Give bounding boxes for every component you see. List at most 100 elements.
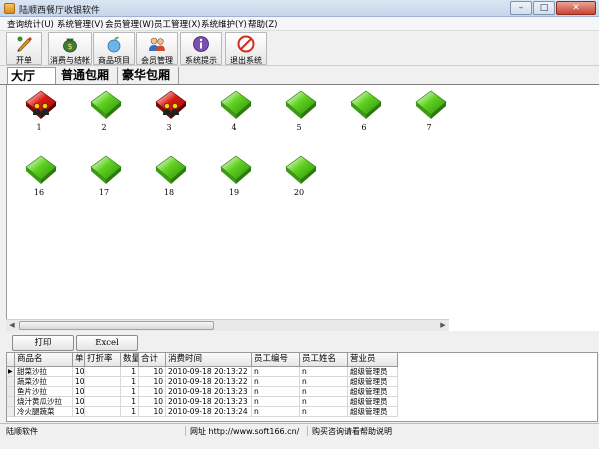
status-company: 陆顺软件: [4, 426, 186, 436]
order-row[interactable]: 烧汁黄瓜沙拉 10 1 10 2010-09-18 20:13:23 n n 超级管理员: [7, 397, 597, 407]
table-grid: 1 2 3 4 5 6 7 16 17 18 19 20: [6, 85, 449, 319]
order-row[interactable]: 鱼片沙拉 10 1 10 2010-09-18 20:13:23 n n 超级管理员: [7, 387, 597, 397]
table-18[interactable]: 18: [143, 150, 195, 208]
table-16[interactable]: 16: [13, 150, 65, 208]
menu-member-admin[interactable]: 会员管理(W): [105, 18, 154, 30]
excel-button[interactable]: Excel: [76, 335, 138, 351]
money-bag-icon: $: [63, 38, 77, 53]
table-grid-scrollbar[interactable]: ◀ ▶: [6, 319, 449, 331]
order-column-header[interactable]: 员工编号: [252, 353, 300, 367]
order-cell: n: [300, 387, 348, 397]
order-column-header[interactable]: 消费时间: [166, 353, 252, 367]
tab-hall[interactable]: 大厅: [7, 67, 56, 84]
menu-help[interactable]: 帮助(Z): [248, 18, 277, 30]
scroll-left-icon[interactable]: ◀: [6, 320, 18, 331]
system-tips-label: 系统提示: [185, 56, 217, 65]
order-cell: 10: [139, 387, 166, 397]
table-number: 4: [231, 123, 237, 132]
minimize-button[interactable]: –: [510, 1, 532, 15]
row-indicator: [7, 397, 15, 407]
info-icon: [193, 36, 209, 52]
table-number: 20: [293, 188, 305, 197]
title-bar: 陆顺西餐厅收银软件 – □ ✕: [0, 0, 599, 17]
order-cell: 超级管理员: [348, 397, 398, 407]
scroll-thumb[interactable]: [19, 321, 214, 330]
free-table-icon: [90, 90, 122, 119]
table-2[interactable]: 2: [78, 85, 130, 143]
order-cell: 10: [139, 397, 166, 407]
order-column-header[interactable]: 合计: [139, 353, 166, 367]
free-table-icon: [220, 155, 252, 184]
menu-staff-admin[interactable]: 员工管理(X): [154, 18, 200, 30]
table-number: 16: [33, 188, 45, 197]
row-indicator: [7, 377, 15, 387]
menu-system-admin[interactable]: 系统管理(V): [57, 18, 103, 30]
window-title: 陆顺西餐厅收银软件: [19, 6, 101, 16]
system-tips-button[interactable]: 系统提示: [180, 32, 222, 65]
members-icon: [149, 37, 165, 51]
table-17[interactable]: 17: [78, 150, 130, 208]
table-19[interactable]: 19: [208, 150, 260, 208]
order-cell: 超级管理员: [348, 387, 398, 397]
table-3[interactable]: 3: [143, 85, 195, 143]
order-header-corner: [7, 353, 15, 367]
order-cell: 2010-09-18 20:13:24: [166, 407, 252, 417]
exit-label: 退出系统: [230, 56, 262, 65]
members-button[interactable]: 会员管理: [136, 32, 178, 65]
print-button[interactable]: 打印: [12, 335, 74, 351]
order-cell: 2010-09-18 20:13:22: [166, 367, 252, 377]
order-column-header[interactable]: 商品名: [15, 353, 73, 367]
table-5[interactable]: 5: [273, 85, 325, 143]
status-help: 购买咨询请看帮助说明: [312, 427, 392, 436]
svg-text:$: $: [67, 42, 72, 51]
order-cell: [85, 397, 121, 407]
order-cell: 超级管理员: [348, 377, 398, 387]
table-7[interactable]: 7: [403, 85, 449, 143]
order-cell: 超级管理员: [348, 407, 398, 417]
table-1[interactable]: 1: [13, 85, 65, 143]
products-button[interactable]: 商品项目: [93, 32, 135, 65]
menu-query-stats[interactable]: 查询统计(U): [7, 18, 54, 30]
fruit-icon: [107, 36, 121, 53]
order-column-header[interactable]: 员工姓名: [300, 353, 348, 367]
tab-standard-room[interactable]: 普通包厢: [58, 67, 118, 84]
row-indicator: [7, 387, 15, 397]
checkout-button[interactable]: $ 消费与结帐: [48, 32, 92, 65]
tab-deluxe-room[interactable]: 豪华包厢: [119, 67, 179, 84]
free-table-icon: [25, 155, 57, 184]
close-button[interactable]: ✕: [556, 1, 596, 15]
order-cell: 烧汁黄瓜沙拉: [15, 397, 73, 407]
current-row-indicator-icon: ▶: [7, 367, 15, 377]
order-column-header[interactable]: 数量: [121, 353, 139, 367]
table-number: 7: [426, 123, 432, 132]
occupied-table-icon: [155, 90, 187, 119]
open-order-button[interactable]: 开单: [6, 32, 42, 65]
room-tabs: 大厅 普通包厢 豪华包厢: [0, 66, 599, 85]
table-20[interactable]: 20: [273, 150, 325, 208]
order-row[interactable]: 冷火腿蔬菜 10 1 10 2010-09-18 20:13:24 n n 超级管理员: [7, 407, 597, 417]
order-cell: 10: [73, 407, 85, 417]
order-cell: 10: [73, 367, 85, 377]
status-bar: 陆顺软件 网址 http://www.soft166.cn/ 购买咨询请看帮助说…: [0, 423, 599, 449]
exit-button[interactable]: 退出系统: [225, 32, 267, 65]
menu-maintenance[interactable]: 系统维护(Y): [201, 18, 247, 30]
order-column-header[interactable]: 营业员: [348, 353, 398, 367]
order-cell: n: [252, 367, 300, 377]
order-cell: 2010-09-18 20:13:22: [166, 377, 252, 387]
scroll-right-icon[interactable]: ▶: [437, 320, 449, 331]
order-column-header[interactable]: 打折率: [85, 353, 121, 367]
order-column-header[interactable]: 单价: [73, 353, 85, 367]
order-cell: 10: [139, 377, 166, 387]
free-table-icon: [90, 155, 122, 184]
app-icon: [4, 3, 15, 14]
checkout-label: 消费与结帐: [50, 56, 90, 65]
pen-icon: [17, 36, 32, 52]
order-cell: 鱼片沙拉: [15, 387, 73, 397]
table-number: 6: [361, 123, 367, 132]
table-6[interactable]: 6: [338, 85, 390, 143]
order-row[interactable]: ▶ 甜菜沙拉 10 1 10 2010-09-18 20:13:22 n n 超级管理员: [7, 367, 597, 377]
occupied-table-icon: [25, 90, 57, 119]
table-4[interactable]: 4: [208, 85, 260, 143]
maximize-button[interactable]: □: [533, 1, 555, 15]
order-row[interactable]: 蔬菜沙拉 10 1 10 2010-09-18 20:13:22 n n 超级管理员: [7, 377, 597, 387]
